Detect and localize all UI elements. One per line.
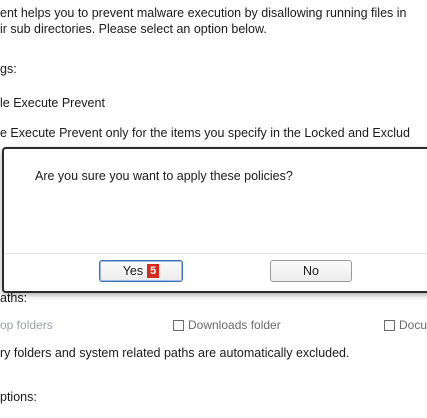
no-button-label: No xyxy=(303,264,319,278)
yes-countdown-badge: 5 xyxy=(147,264,160,278)
yes-button-label: Yes xyxy=(122,264,144,278)
excluded-paths-note: ry folders and system related paths are … xyxy=(0,346,350,360)
description-text-line-1: ent helps you to prevent malware executi… xyxy=(0,6,407,20)
checkbox-downloads-label: Downloads folder xyxy=(188,318,281,332)
checkbox-desktop-folders-label: op folders xyxy=(0,318,53,332)
option-disable-execute-prevent[interactable]: le Execute Prevent xyxy=(0,96,105,110)
settings-window: ent helps you to prevent malware executi… xyxy=(0,0,427,418)
paths-heading: aths: xyxy=(0,291,28,305)
checkbox-documents-folder[interactable]: Docu xyxy=(384,318,427,332)
description-text-line-2: ir sub directories. Please select an opt… xyxy=(0,22,267,36)
folder-checkbox-row: op folders Downloads folder Docu xyxy=(0,318,427,334)
confirm-dialog: Are you sure you want to apply these pol… xyxy=(2,147,427,293)
checkbox-documents-label: Docu xyxy=(399,318,427,332)
checkbox-downloads-folder[interactable]: Downloads folder xyxy=(173,318,281,332)
option-enable-execute-prevent-locked[interactable]: e Execute Prevent only for the items you… xyxy=(0,126,410,140)
checkbox-desktop-folders[interactable]: op folders xyxy=(0,318,53,332)
no-button[interactable]: No xyxy=(270,260,352,282)
yes-button[interactable]: Yes 5 xyxy=(99,260,183,282)
dialog-divider xyxy=(4,253,427,254)
options-heading: ptions: xyxy=(0,390,37,404)
checkbox-downloads-box[interactable] xyxy=(173,319,184,331)
settings-heading: gs: xyxy=(0,62,17,76)
checkbox-documents-box[interactable] xyxy=(384,319,395,331)
dialog-message: Are you sure you want to apply these pol… xyxy=(35,169,293,183)
